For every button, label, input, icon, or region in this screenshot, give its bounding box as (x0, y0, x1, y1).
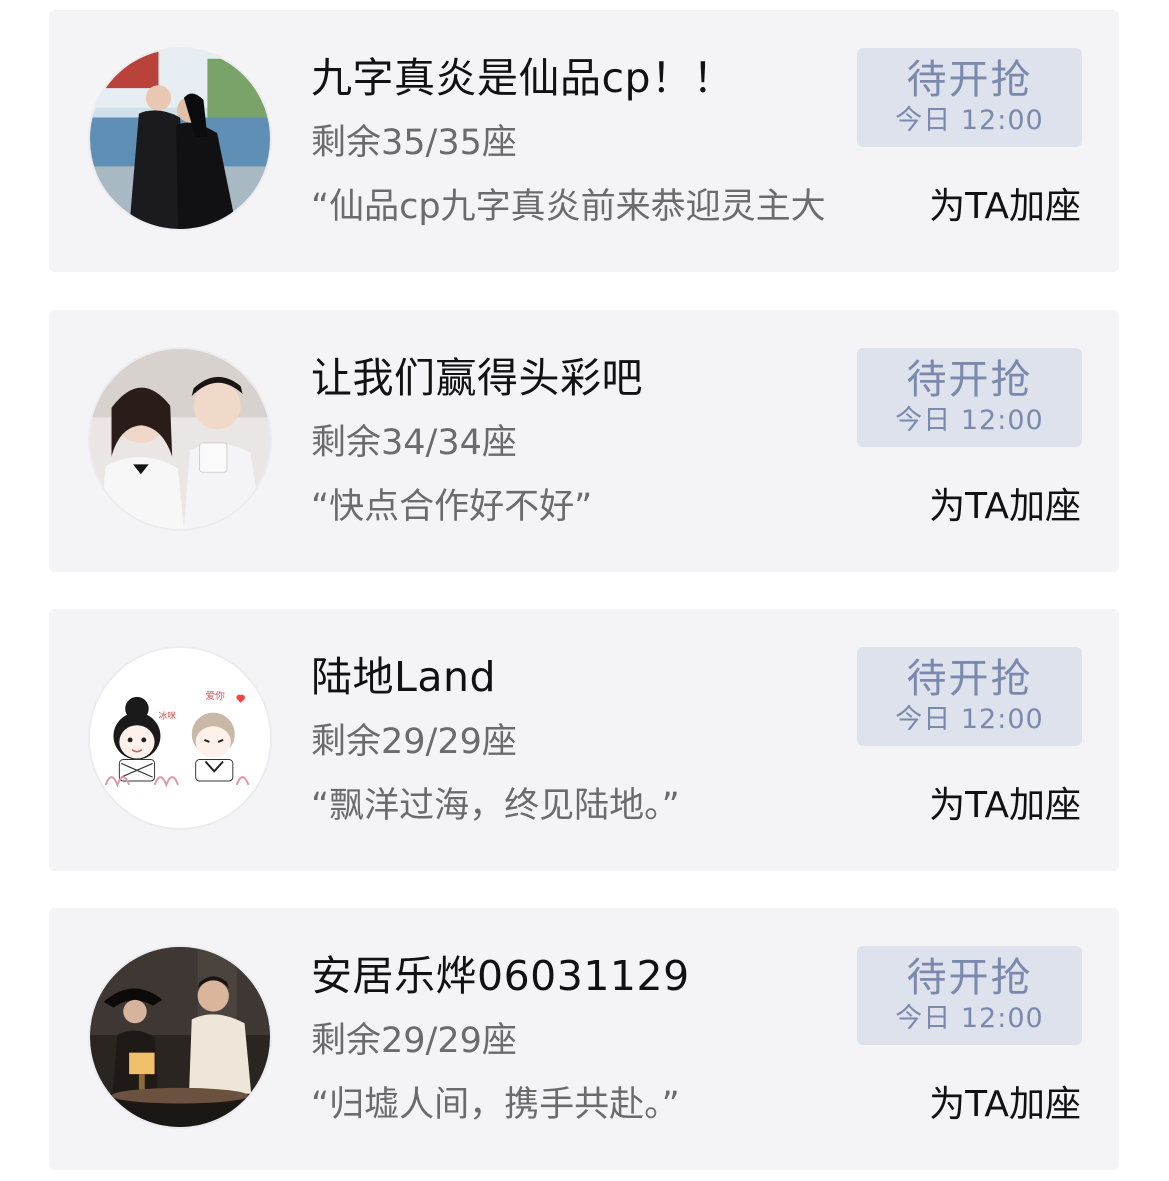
status-badge-time: 今日 12:00 (895, 1003, 1044, 1034)
cp-card[interactable]: 安居乐烨06031129 剩余29/29座 “归墟人间，携手共赴。” 待开抢 今… (49, 908, 1119, 1170)
status-badge-label: 待开抢 (906, 357, 1033, 403)
avatar[interactable]: 冰咪 爱你 (88, 646, 272, 830)
status-badge-label: 待开抢 (906, 955, 1033, 1001)
quote-fade (839, 182, 857, 232)
cp-seat-list: 九字真炎是仙品cp！！ 剩余35/35座 “仙品cp九字真炎前来恭迎灵主大 待开… (0, 0, 1169, 1181)
cp-card[interactable]: 让我们赢得头彩吧 剩余34/34座 “快点合作好不好” 待开抢 今日 12:00… (49, 310, 1119, 572)
card-quote-text: “归墟人间，携手共赴。” (311, 1085, 680, 1125)
status-badge: 待开抢 今日 12:00 (857, 647, 1082, 746)
status-badge-label: 待开抢 (906, 656, 1033, 702)
status-badge: 待开抢 今日 12:00 (857, 348, 1082, 447)
add-seat-button[interactable]: 为TA加座 (929, 781, 1081, 831)
avatar-cartoon-couple: 冰咪 爱你 (90, 648, 270, 828)
avatar-photo-outdoor (90, 49, 270, 229)
status-badge: 待开抢 今日 12:00 (857, 946, 1082, 1045)
avatar-caption-left: 冰咪 (158, 709, 176, 721)
avatar-photo-white-outfits (90, 349, 270, 529)
avatar[interactable] (88, 47, 272, 231)
add-seat-button[interactable]: 为TA加座 (929, 1080, 1081, 1130)
avatar[interactable] (88, 945, 272, 1129)
seats-remaining: 剩余29/29座 (311, 1021, 517, 1061)
cp-card[interactable]: 冰咪 爱你 陆地Land 剩余29/29座 “飘洋过海，终见陆地。” 待开抢 今… (49, 609, 1119, 871)
card-quote-text: “快点合作好不好” (311, 487, 593, 527)
avatar-caption-right: 爱你 (205, 689, 225, 702)
cp-card[interactable]: 九字真炎是仙品cp！！ 剩余35/35座 “仙品cp九字真炎前来恭迎灵主大 待开… (49, 10, 1119, 272)
avatar-photo-cafe-night (90, 947, 270, 1127)
status-badge-time: 今日 12:00 (895, 105, 1044, 136)
seats-remaining: 剩余29/29座 (311, 722, 517, 762)
card-title: 九字真炎是仙品cp！！ (311, 54, 735, 102)
card-quote-text: “飘洋过海，终见陆地。” (311, 786, 680, 826)
avatar[interactable] (88, 347, 272, 531)
card-quote: “飘洋过海，终见陆地。” (311, 781, 857, 831)
status-badge-time: 今日 12:00 (895, 704, 1044, 735)
card-title: 让我们赢得头彩吧 (311, 354, 643, 402)
card-title: 安居乐烨06031129 (311, 952, 690, 1000)
status-badge-label: 待开抢 (906, 57, 1033, 103)
card-title: 陆地Land (311, 653, 496, 701)
status-badge-time: 今日 12:00 (895, 405, 1044, 436)
add-seat-button[interactable]: 为TA加座 (929, 482, 1081, 532)
card-quote: “归墟人间，携手共赴。” (311, 1080, 857, 1130)
card-quote: “快点合作好不好” (311, 482, 857, 532)
card-quote-text: “仙品cp九字真炎前来恭迎灵主大 (311, 187, 826, 227)
status-badge: 待开抢 今日 12:00 (857, 48, 1082, 147)
add-seat-button[interactable]: 为TA加座 (929, 182, 1081, 232)
seats-remaining: 剩余35/35座 (311, 123, 517, 163)
seats-remaining: 剩余34/34座 (311, 423, 517, 463)
card-quote: “仙品cp九字真炎前来恭迎灵主大 (311, 182, 857, 232)
